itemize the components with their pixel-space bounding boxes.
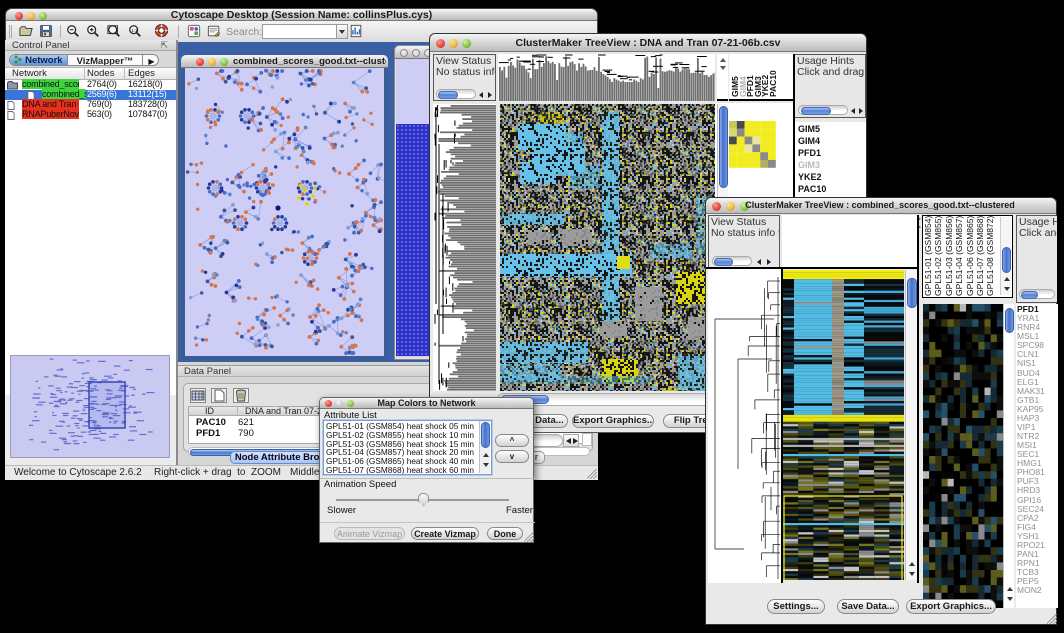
- svg-text:1:1: 1:1: [132, 28, 139, 33]
